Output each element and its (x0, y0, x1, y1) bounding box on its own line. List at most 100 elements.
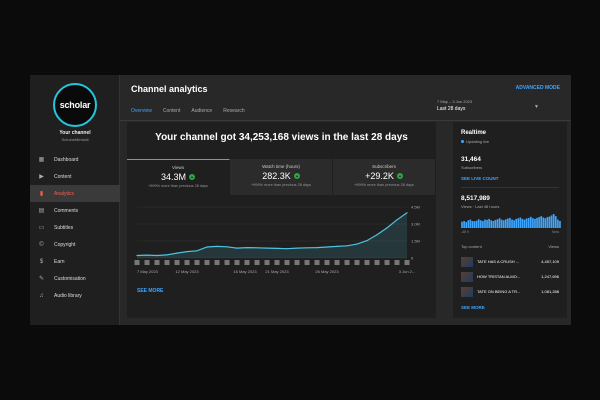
realtime-bar[interactable] (548, 216, 551, 228)
views-point[interactable] (266, 247, 268, 249)
realtime-bar[interactable] (471, 221, 474, 228)
views-point[interactable] (156, 254, 158, 257)
realtime-bar[interactable] (467, 220, 470, 228)
video-marker-icon[interactable] (314, 260, 320, 265)
realtime-bar[interactable] (511, 219, 513, 228)
views-point[interactable] (206, 246, 208, 248)
views-point[interactable] (186, 251, 188, 253)
video-marker-icon[interactable] (214, 260, 220, 265)
video-marker-icon[interactable] (254, 260, 260, 265)
realtime-bar[interactable] (542, 217, 545, 229)
views-point[interactable] (196, 250, 198, 252)
realtime-bar[interactable] (550, 215, 553, 228)
views-point[interactable] (276, 247, 278, 249)
realtime-bar[interactable] (540, 216, 543, 228)
video-marker-icon[interactable] (194, 260, 200, 265)
views-point[interactable] (246, 247, 248, 249)
realtime-bar[interactable] (490, 220, 493, 228)
realtime-bar[interactable] (525, 218, 528, 228)
see-live-count-button[interactable]: SEE LIVE COUNT (461, 176, 499, 181)
see-more-button[interactable]: SEE MORE (137, 288, 163, 294)
realtime-bar[interactable] (554, 216, 557, 228)
video-marker-icon[interactable] (294, 260, 300, 265)
sidebar-item-customisation[interactable]: ✎ Customisation (30, 270, 120, 287)
views-point[interactable] (406, 212, 408, 214)
sidebar-item-copyright[interactable]: © Copyright (30, 236, 120, 253)
views-point[interactable] (216, 245, 218, 247)
video-marker-icon[interactable] (364, 260, 370, 265)
realtime-bar[interactable] (492, 221, 495, 228)
video-marker-icon[interactable] (394, 260, 400, 265)
views-point[interactable] (296, 247, 298, 249)
realtime-bar[interactable] (527, 217, 530, 228)
video-marker-icon[interactable] (134, 260, 140, 265)
video-marker-icon[interactable] (144, 260, 150, 265)
realtime-bar[interactable] (559, 221, 561, 228)
realtime-bar[interactable] (536, 217, 538, 228)
views-point[interactable] (146, 254, 148, 256)
sidebar-item-earn[interactable]: $ Earn (30, 253, 120, 270)
views-point[interactable] (306, 247, 308, 249)
realtime-bar[interactable] (544, 218, 547, 228)
realtime-bar[interactable] (557, 219, 559, 228)
metric-tab-1[interactable]: Watch time (hours) 282.3K +999% more than … (230, 159, 333, 195)
views-point[interactable] (386, 227, 388, 229)
views-point[interactable] (376, 234, 378, 236)
realtime-bar[interactable] (513, 220, 515, 228)
realtime-bar[interactable] (482, 221, 484, 228)
video-marker-icon[interactable] (404, 260, 410, 265)
views-point[interactable] (336, 245, 338, 247)
realtime-bar[interactable] (521, 218, 524, 228)
video-marker-icon[interactable] (274, 260, 280, 265)
views-point[interactable] (256, 247, 258, 249)
realtime-bar[interactable] (532, 218, 534, 228)
views-point[interactable] (356, 243, 358, 245)
sidebar-item-dashboard[interactable]: ▦ Dashboard (30, 151, 120, 168)
realtime-bar[interactable] (473, 221, 476, 228)
views-point[interactable] (236, 247, 238, 249)
realtime-bar[interactable] (519, 217, 522, 229)
realtime-bar[interactable] (477, 219, 480, 228)
realtime-see-more-button[interactable]: SEE MORE (461, 305, 485, 310)
video-marker-icon[interactable] (324, 260, 330, 265)
realtime-bar[interactable] (469, 219, 472, 228)
video-marker-icon[interactable] (374, 260, 380, 265)
realtime-bar[interactable] (515, 218, 518, 228)
video-marker-icon[interactable] (234, 260, 240, 265)
views-point[interactable] (346, 245, 348, 247)
top-content-row[interactable]: HOW TRISTAN ALMO... 1,247,696 (461, 269, 559, 284)
video-marker-icon[interactable] (174, 260, 180, 265)
video-marker-icon[interactable] (344, 260, 350, 265)
realtime-bar[interactable] (517, 218, 520, 228)
realtime-bar[interactable] (529, 216, 532, 228)
video-marker-icon[interactable] (264, 260, 270, 265)
realtime-bar[interactable] (486, 219, 488, 228)
video-marker-icon[interactable] (384, 260, 390, 265)
realtime-bar[interactable] (504, 219, 507, 228)
realtime-bar[interactable] (507, 218, 509, 228)
sidebar-item-audio-library[interactable]: ♫ Audio library (30, 287, 120, 304)
realtime-bar[interactable] (523, 219, 526, 228)
realtime-bar[interactable] (484, 219, 486, 228)
realtime-bar[interactable] (494, 219, 497, 228)
realtime-bar[interactable] (500, 219, 503, 228)
realtime-bar[interactable] (498, 218, 501, 228)
advanced-mode-button[interactable]: ADVANCED MODE (516, 85, 560, 91)
video-marker-icon[interactable] (354, 260, 360, 265)
realtime-bar[interactable] (461, 221, 463, 228)
realtime-bar[interactable] (502, 220, 505, 228)
realtime-bar[interactable] (546, 217, 549, 228)
video-marker-icon[interactable] (184, 260, 190, 265)
realtime-bar[interactable] (496, 219, 499, 228)
realtime-bar[interactable] (552, 214, 555, 228)
video-marker-icon[interactable] (164, 260, 170, 265)
realtime-bar[interactable] (479, 220, 482, 228)
video-marker-icon[interactable] (304, 260, 310, 265)
views-point[interactable] (326, 246, 328, 248)
realtime-bar[interactable] (538, 217, 540, 228)
video-marker-icon[interactable] (244, 260, 250, 265)
realtime-bar[interactable] (465, 222, 468, 228)
realtime-bar[interactable] (534, 218, 536, 228)
realtime-bar[interactable] (488, 218, 490, 228)
channel-avatar[interactable]: scholar (53, 83, 97, 127)
